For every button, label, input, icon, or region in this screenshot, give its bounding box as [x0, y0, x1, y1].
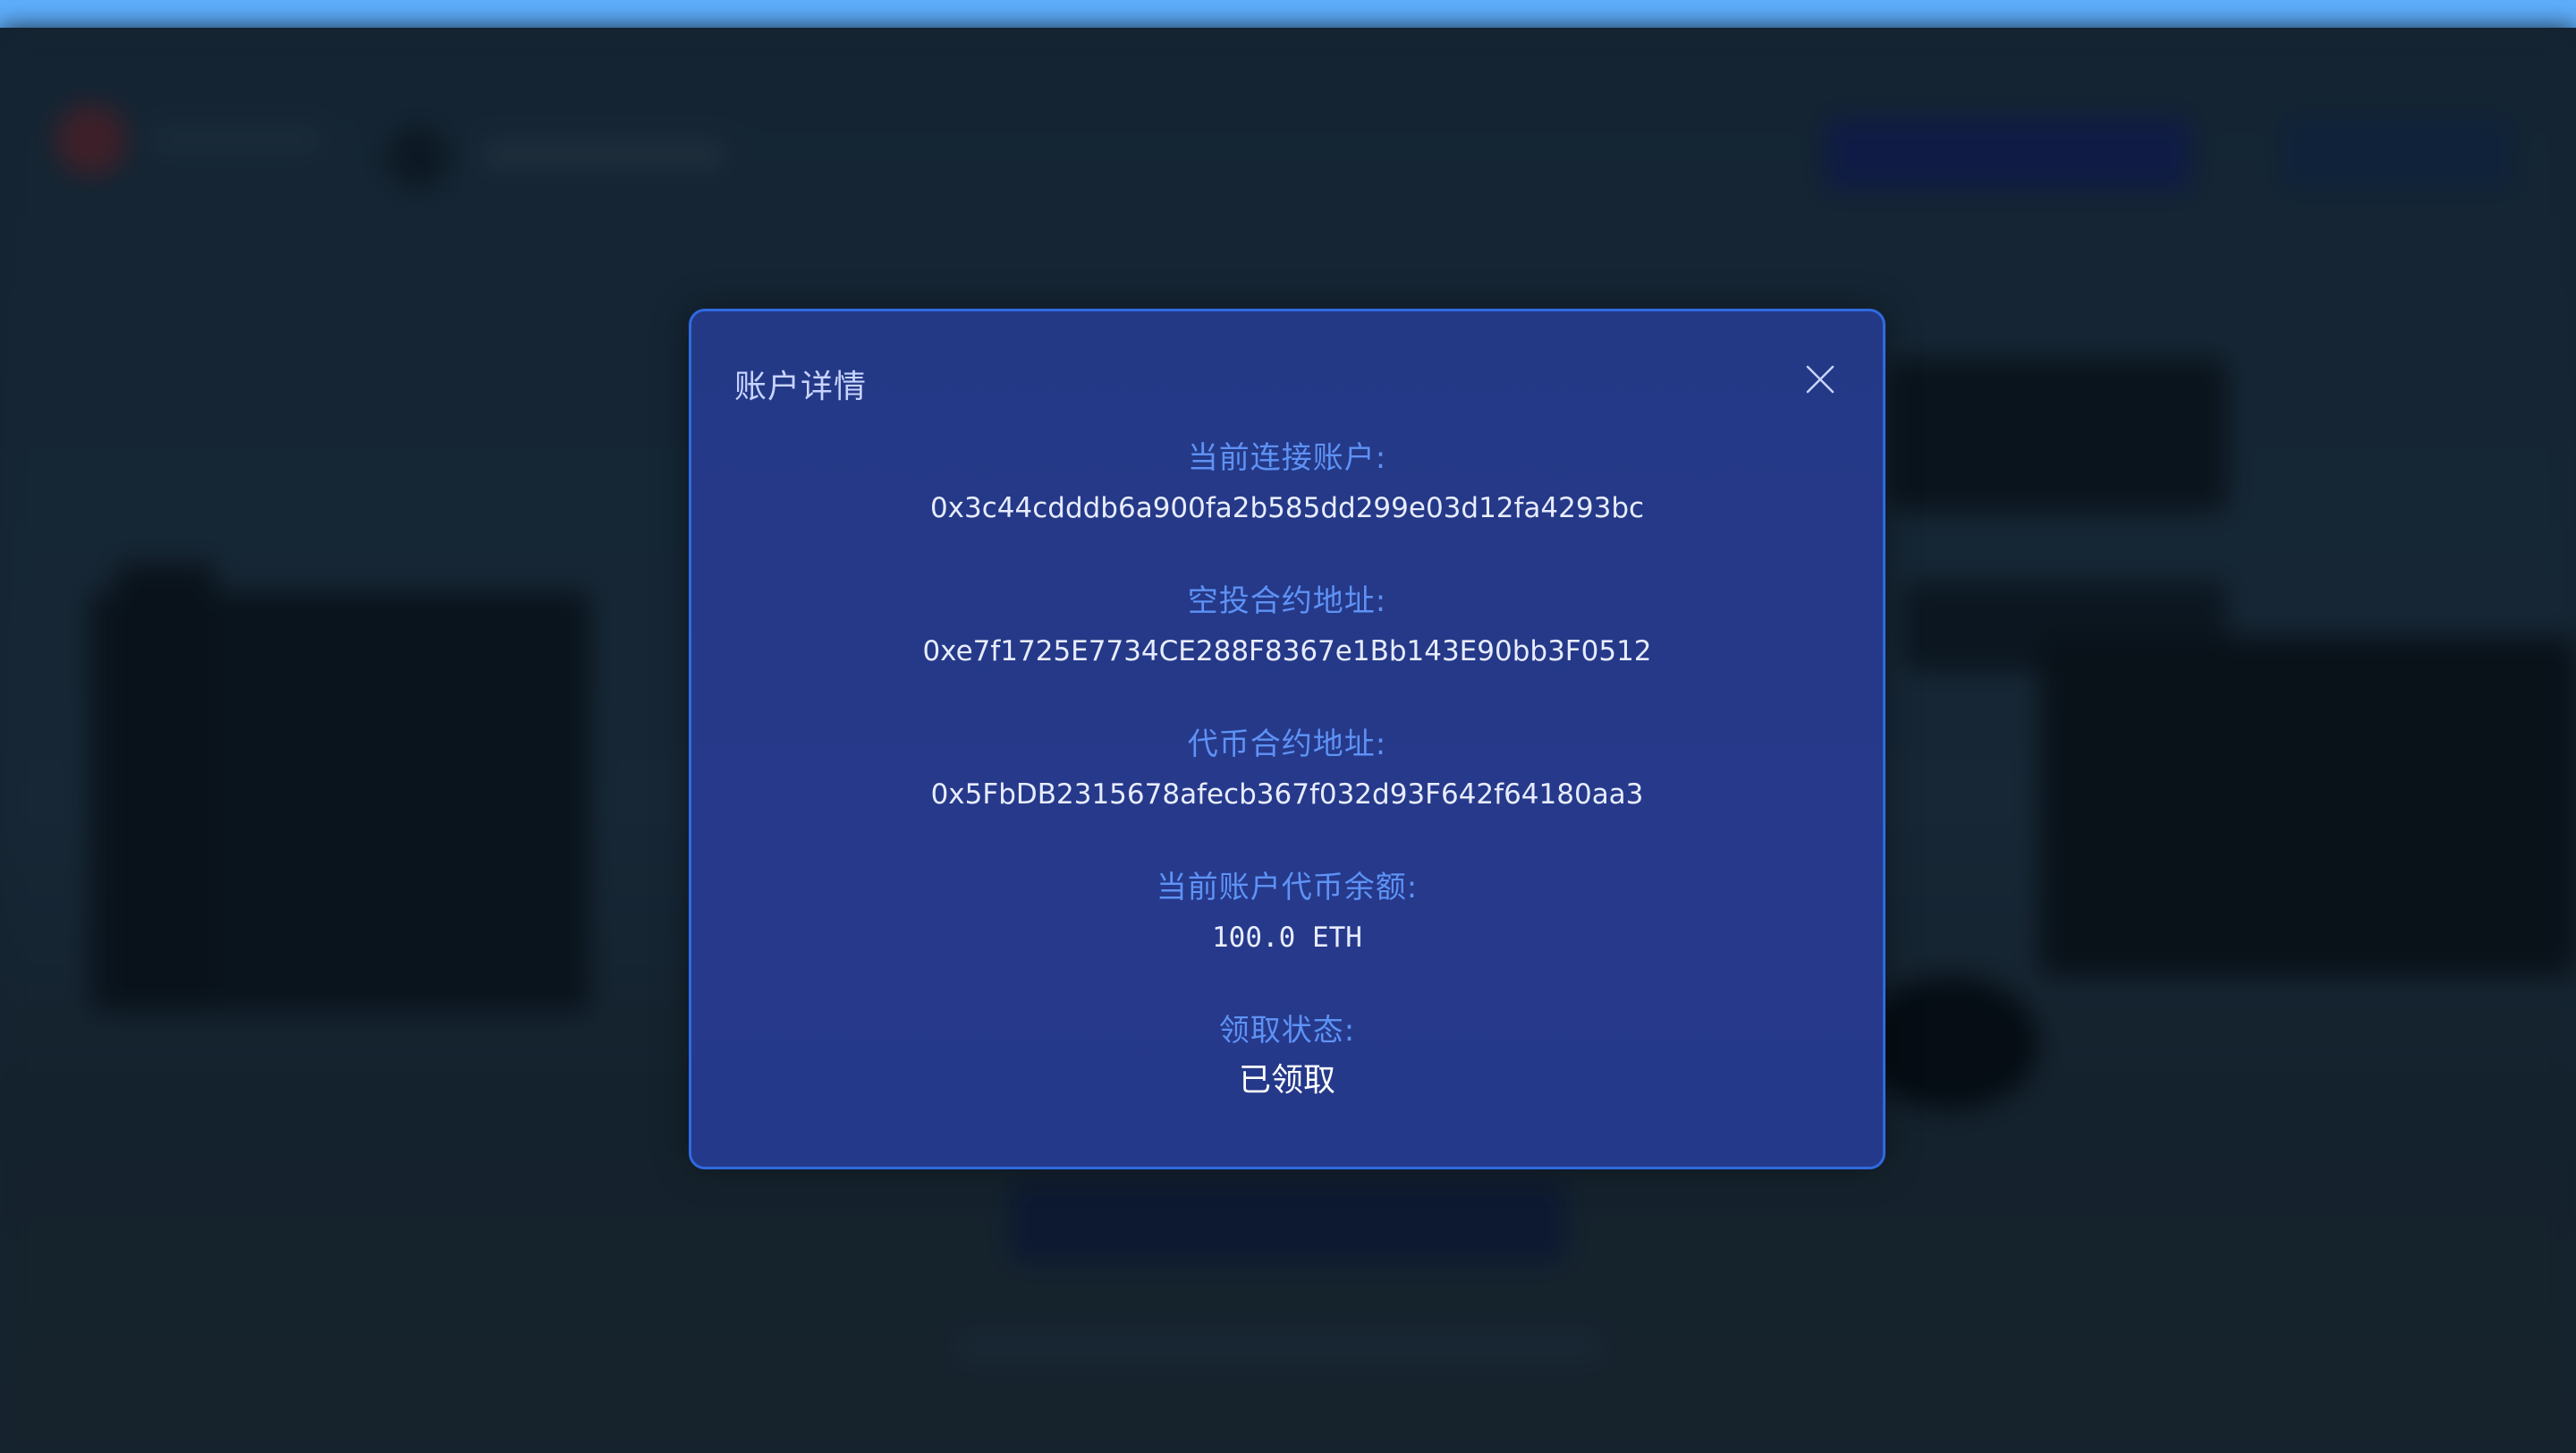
close-icon [1806, 365, 1835, 394]
claim-status-value: 已领取 [1238, 1062, 1335, 1099]
token-balance-value: 100.0 ETH [1212, 922, 1362, 954]
airdrop-contract-label: 空投合约地址: [1187, 583, 1387, 619]
account-detail-list: 当前连接账户: 0x3c44cdddb6a900fa2b585dd299e03d… [691, 437, 1883, 1109]
modal-title: 账户详情 [734, 369, 868, 405]
app-viewport: 账户详情 当前连接账户: 0x3c44cdddb6a900fa2b585dd29… [0, 0, 2576, 1453]
connected-account-value: 0x3c44cdddb6a900fa2b585dd299e03d12fa4293… [929, 492, 1645, 524]
airdrop-contract-value: 0xe7f1725E7734CE288F8367e1Bb143E90bb3F05… [922, 635, 1652, 667]
claim-status-label: 领取状态: [1218, 1013, 1356, 1049]
token-contract-label: 代币合约地址: [1187, 726, 1387, 762]
token-balance-label: 当前账户代币余额: [1156, 870, 1419, 905]
top-accent-bar [0, 0, 2576, 28]
token-contract-value: 0x5FbDB2315678afecb367f032d93F642f64180a… [930, 778, 1644, 811]
account-details-modal: 账户详情 当前连接账户: 0x3c44cdddb6a900fa2b585dd29… [689, 309, 1885, 1169]
connected-account-label: 当前连接账户: [1187, 440, 1387, 476]
close-button[interactable] [1804, 363, 1836, 395]
